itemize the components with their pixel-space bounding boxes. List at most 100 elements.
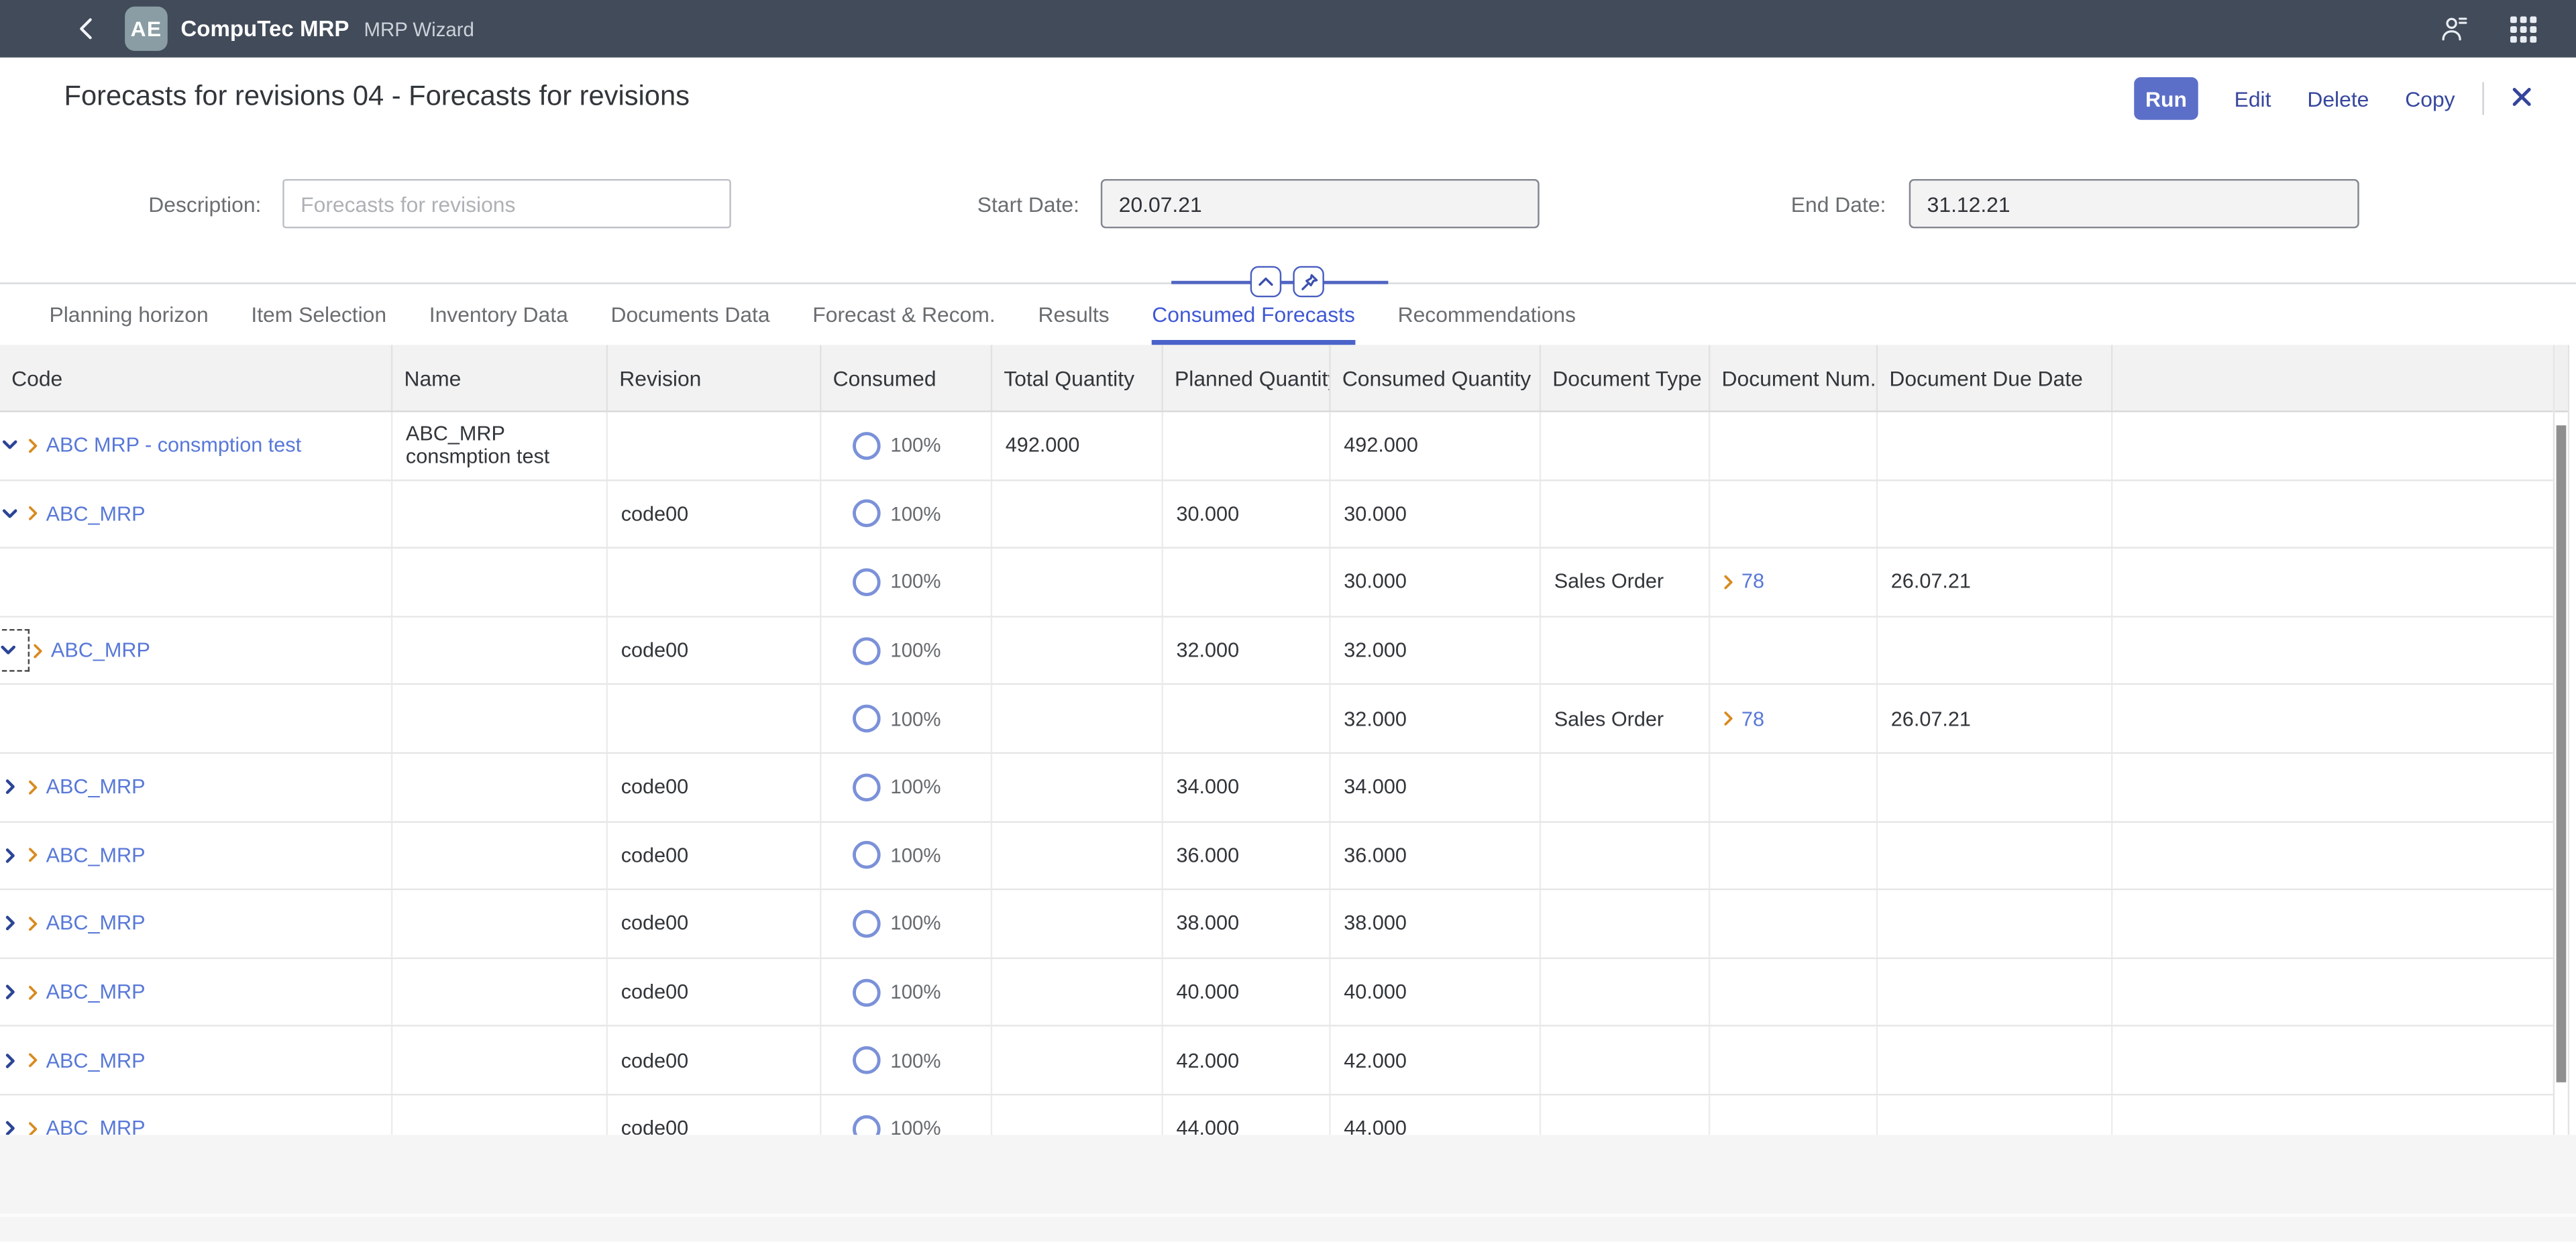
table-row[interactable]: ABC_MRPcode00100%36.00036.000 xyxy=(0,822,2553,891)
tab-bar: Planning horizon Item Selection Inventory … xyxy=(0,284,2576,345)
document-number-cell xyxy=(1710,617,1878,683)
description-input[interactable] xyxy=(282,179,731,228)
table-row[interactable]: ABC_MRPcode00100%44.00044.000 xyxy=(0,1095,2553,1135)
column-header-revision[interactable]: Revision xyxy=(608,345,821,410)
code-link[interactable]: ABC_MRP xyxy=(46,1049,146,1072)
code-link[interactable]: ABC MRP - consmption test xyxy=(46,434,302,457)
tab-consumed-forecasts[interactable]: Consumed Forecasts xyxy=(1152,284,1355,345)
table-row[interactable]: ABC_MRPcode00100%30.00030.000 xyxy=(0,481,2553,549)
tab-forecast-recom[interactable]: Forecast & Recom. xyxy=(812,284,995,345)
consumed-quantity-cell: 32.000 xyxy=(1331,617,1541,683)
total-quantity-cell xyxy=(992,481,1163,547)
progress-ring-icon xyxy=(853,1046,881,1074)
tab-planning-horizon[interactable]: Planning horizon xyxy=(49,284,208,345)
code-link[interactable]: ABC_MRP xyxy=(46,912,146,935)
tab-recommendations[interactable]: Recommendations xyxy=(1398,284,1576,345)
document-type-cell xyxy=(1541,412,1710,479)
name-cell xyxy=(392,549,608,615)
column-header-document-due-date[interactable]: Document Due Date xyxy=(1878,345,2112,410)
chevron-right-icon[interactable] xyxy=(0,914,19,934)
total-quantity-cell xyxy=(992,822,1163,889)
end-date-input[interactable] xyxy=(1909,179,2359,228)
filler-cell xyxy=(2112,685,2553,752)
column-header-document-num[interactable]: Document Num... xyxy=(1710,345,1878,410)
filler-cell xyxy=(2112,959,2553,1025)
scrollbar-thumb[interactable] xyxy=(2555,425,2565,1082)
table-row[interactable]: 100%30.000Sales Order7826.07.21 xyxy=(0,549,2553,617)
code-link[interactable]: ABC_MRP xyxy=(46,844,146,866)
nav-arrow-icon xyxy=(28,1052,40,1070)
chevron-down-icon[interactable] xyxy=(0,436,19,455)
progress-ring-icon xyxy=(853,500,881,528)
table-row[interactable]: ABC_MRPcode00100%32.00032.000 xyxy=(0,617,2553,685)
planned-quantity-cell: 38.000 xyxy=(1163,891,1331,957)
progress-ring-icon xyxy=(853,568,881,596)
tab-inventory-data[interactable]: Inventory Data xyxy=(429,284,568,345)
code-link[interactable]: ABC_MRP xyxy=(51,639,150,662)
back-icon[interactable] xyxy=(76,16,99,41)
end-date-label: End Date: xyxy=(1643,192,1886,217)
consumed-percent: 100% xyxy=(890,912,941,935)
revision-cell: code00 xyxy=(608,822,821,889)
column-header-filler xyxy=(2112,345,2553,410)
start-date-input[interactable] xyxy=(1101,179,1540,228)
delete-button[interactable]: Delete xyxy=(2307,87,2369,111)
document-number-cell xyxy=(1710,1095,1878,1135)
document-type-cell xyxy=(1541,481,1710,547)
nav-arrow-icon xyxy=(28,915,40,933)
progress-ring-icon xyxy=(853,1115,881,1135)
table-row[interactable]: ABC_MRPcode00100%40.00040.000 xyxy=(0,959,2553,1027)
code-link[interactable]: ABC_MRP xyxy=(46,1117,146,1135)
tab-item-selection[interactable]: Item Selection xyxy=(251,284,386,345)
document-type-cell xyxy=(1541,617,1710,683)
column-header-planned-quantity[interactable]: Planned Quantity xyxy=(1163,345,1331,410)
nav-arrow-icon xyxy=(1723,573,1735,591)
code-link[interactable]: ABC_MRP xyxy=(46,776,146,799)
column-header-consumed[interactable]: Consumed xyxy=(821,345,992,410)
consumed-quantity-cell: 492.000 xyxy=(1331,412,1541,479)
table-row[interactable]: ABC MRP - consmption testABC_MRP consmpt… xyxy=(0,412,2553,481)
document-type-cell xyxy=(1541,891,1710,957)
planned-quantity-cell: 34.000 xyxy=(1163,754,1331,820)
chevron-down-icon[interactable] xyxy=(0,640,18,660)
total-quantity-cell xyxy=(992,617,1163,683)
document-due-date-cell xyxy=(1878,822,2112,889)
chevron-right-icon[interactable] xyxy=(0,846,19,865)
run-button[interactable]: Run xyxy=(2134,77,2198,120)
column-header-total-quantity[interactable]: Total Quantity xyxy=(992,345,1163,410)
consumed-quantity-cell: 32.000 xyxy=(1331,685,1541,752)
name-cell xyxy=(392,617,608,683)
column-header-name[interactable]: Name xyxy=(392,345,608,410)
document-due-date-cell xyxy=(1878,959,2112,1025)
nav-arrow-icon xyxy=(28,983,40,1001)
tab-results[interactable]: Results xyxy=(1038,284,1109,345)
code-link[interactable]: ABC_MRP xyxy=(46,502,146,525)
code-link[interactable]: ABC_MRP xyxy=(46,980,146,1003)
scrollbar-header-cap xyxy=(2555,345,2568,412)
table-row[interactable]: ABC_MRPcode00100%38.00038.000 xyxy=(0,891,2553,959)
document-number-link[interactable]: 78 xyxy=(1741,571,1764,594)
document-number-link[interactable]: 78 xyxy=(1741,708,1764,730)
close-icon[interactable] xyxy=(2508,84,2537,113)
chevron-right-icon[interactable] xyxy=(0,1119,19,1135)
tab-documents-data[interactable]: Documents Data xyxy=(610,284,769,345)
column-header-consumed-quantity[interactable]: Consumed Quantity xyxy=(1331,345,1541,410)
chevron-right-icon[interactable] xyxy=(0,777,19,797)
progress-ring-icon xyxy=(853,636,881,665)
document-due-date-cell xyxy=(1878,1095,2112,1135)
chevron-right-icon[interactable] xyxy=(0,1050,19,1070)
table-row[interactable]: ABC_MRPcode00100%42.00042.000 xyxy=(0,1027,2553,1095)
chevron-right-icon[interactable] xyxy=(0,982,19,1002)
user-account-icon[interactable] xyxy=(2438,12,2471,45)
copy-button[interactable]: Copy xyxy=(2405,87,2455,111)
app-grid-icon[interactable] xyxy=(2507,12,2540,45)
chevron-down-icon[interactable] xyxy=(0,504,19,524)
progress-ring-icon xyxy=(853,705,881,733)
table-row[interactable]: ABC_MRPcode00100%34.00034.000 xyxy=(0,754,2553,822)
table-row[interactable]: 100%32.000Sales Order7826.07.21 xyxy=(0,685,2553,754)
nav-arrow-icon xyxy=(28,437,40,455)
focused-expander[interactable] xyxy=(0,629,30,672)
edit-button[interactable]: Edit xyxy=(2235,87,2271,111)
column-header-document-type[interactable]: Document Type xyxy=(1541,345,1710,410)
column-header-code[interactable]: Code xyxy=(0,345,392,410)
